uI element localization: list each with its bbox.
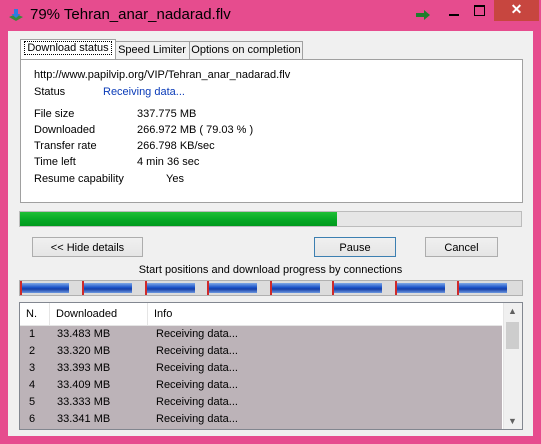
close-button[interactable]: ✕ xyxy=(494,0,539,21)
time-left-label: Time left xyxy=(34,156,76,168)
table-row[interactable]: 4 33.409 MB Receiving data... xyxy=(20,377,502,394)
transfer-rate-label: Transfer rate xyxy=(34,140,97,152)
connection-segment xyxy=(21,283,69,293)
connection-start-marker xyxy=(457,281,459,295)
connection-start-marker xyxy=(207,281,209,295)
table-row[interactable]: 3 33.393 MB Receiving data... xyxy=(20,360,502,377)
connection-start-marker xyxy=(145,281,147,295)
vertical-scrollbar[interactable]: ▲ ▼ xyxy=(503,303,522,429)
status-value: Receiving data... xyxy=(103,86,185,98)
connection-segment xyxy=(397,283,445,293)
row-info: Receiving data... xyxy=(156,328,238,340)
table-body: 1 33.483 MB Receiving data... 2 33.320 M… xyxy=(20,326,502,429)
connection-segment xyxy=(459,283,507,293)
connection-segment xyxy=(272,283,320,293)
connection-start-marker xyxy=(332,281,334,295)
row-info: Receiving data... xyxy=(156,413,238,425)
minimize-button[interactable] xyxy=(441,0,467,21)
table-header: N. Downloaded Info xyxy=(20,303,502,326)
status-label: Status xyxy=(34,86,66,98)
table-row[interactable]: 5 33.333 MB Receiving data... xyxy=(20,394,502,411)
row-number: 5 xyxy=(29,396,36,408)
row-downloaded: 33.320 MB xyxy=(57,345,111,357)
row-downloaded: 33.341 MB xyxy=(57,413,111,425)
hide-details-button[interactable]: << Hide details xyxy=(32,237,143,257)
download-status-panel: http://www.papilvip.org/VIP/Tehran_anar_… xyxy=(20,59,523,203)
tab-download-status[interactable]: Download status xyxy=(20,39,116,59)
tab-label: Download status xyxy=(24,41,112,55)
tab-label: Speed Limiter xyxy=(118,44,186,56)
resume-capability-label: Resume capability xyxy=(34,173,124,185)
row-info: Receiving data... xyxy=(156,379,238,391)
row-number: 4 xyxy=(29,379,36,391)
connection-start-marker xyxy=(270,281,272,295)
tray-arrow-icon[interactable] xyxy=(415,10,431,20)
row-info: Receiving data... xyxy=(156,396,238,408)
table-row[interactable]: 6 33.341 MB Receiving data... xyxy=(20,411,502,428)
column-header-downloaded[interactable]: Downloaded xyxy=(50,303,148,325)
progress-fill xyxy=(20,212,337,226)
download-arrow-icon xyxy=(9,9,23,21)
row-downloaded: 33.393 MB xyxy=(57,362,111,374)
downloaded-value: 266.972 MB ( 79.03 % ) xyxy=(137,124,254,136)
cancel-button[interactable]: Cancel xyxy=(425,237,498,257)
scroll-down-icon[interactable]: ▼ xyxy=(508,416,517,426)
transfer-rate-value: 266.798 KB/sec xyxy=(137,140,215,152)
row-downloaded: 33.333 MB xyxy=(57,396,111,408)
connection-segment xyxy=(147,283,195,293)
time-left-value: 4 min 36 sec xyxy=(137,156,200,168)
row-number: 3 xyxy=(29,362,36,374)
connection-segment xyxy=(209,283,257,293)
column-header-info[interactable]: Info xyxy=(148,303,502,325)
dialog-body: Download status Speed Limiter Options on… xyxy=(8,31,533,436)
maximize-button[interactable] xyxy=(467,0,492,21)
row-number: 1 xyxy=(29,328,36,340)
scroll-up-icon[interactable]: ▲ xyxy=(508,306,517,316)
connection-segment xyxy=(334,283,382,293)
column-header-number[interactable]: N. xyxy=(20,303,50,325)
connection-segment xyxy=(84,283,132,293)
file-size-label: File size xyxy=(34,108,75,120)
table-row[interactable]: 1 33.483 MB Receiving data... xyxy=(20,326,502,343)
tab-label: Options on completion xyxy=(191,44,301,56)
download-progress-bar xyxy=(19,211,522,227)
close-icon: ✕ xyxy=(510,1,523,17)
connection-start-marker xyxy=(20,281,22,295)
scrollbar-thumb[interactable] xyxy=(506,322,519,349)
window-title: 79% Tehran_anar_nadarad.flv xyxy=(30,6,231,23)
tab-options-on-completion[interactable]: Options on completion xyxy=(189,41,303,59)
title-bar[interactable]: 79% Tehran_anar_nadarad.flv ✕ xyxy=(0,0,541,31)
row-downloaded: 33.483 MB xyxy=(57,328,111,340)
connections-caption: Start positions and download progress by… xyxy=(138,264,403,276)
row-info: Receiving data... xyxy=(156,362,238,374)
resume-capability-value: Yes xyxy=(166,173,184,185)
file-size-value: 337.775 MB xyxy=(137,108,197,120)
download-url: http://www.papilvip.org/VIP/Tehran_anar_… xyxy=(34,69,291,81)
pause-button[interactable]: Pause xyxy=(314,237,396,257)
row-info: Receiving data... xyxy=(156,345,238,357)
tab-speed-limiter[interactable]: Speed Limiter xyxy=(114,41,190,59)
row-number: 2 xyxy=(29,345,36,357)
table-row[interactable]: 2 33.320 MB Receiving data... xyxy=(20,343,502,360)
connections-table[interactable]: N. Downloaded Info 1 33.483 MB Receiving… xyxy=(19,302,523,430)
connections-progress-bar xyxy=(19,280,523,296)
row-downloaded: 33.409 MB xyxy=(57,379,111,391)
connection-start-marker xyxy=(82,281,84,295)
downloaded-label: Downloaded xyxy=(34,124,96,136)
connection-start-marker xyxy=(395,281,397,295)
row-number: 6 xyxy=(29,413,36,425)
